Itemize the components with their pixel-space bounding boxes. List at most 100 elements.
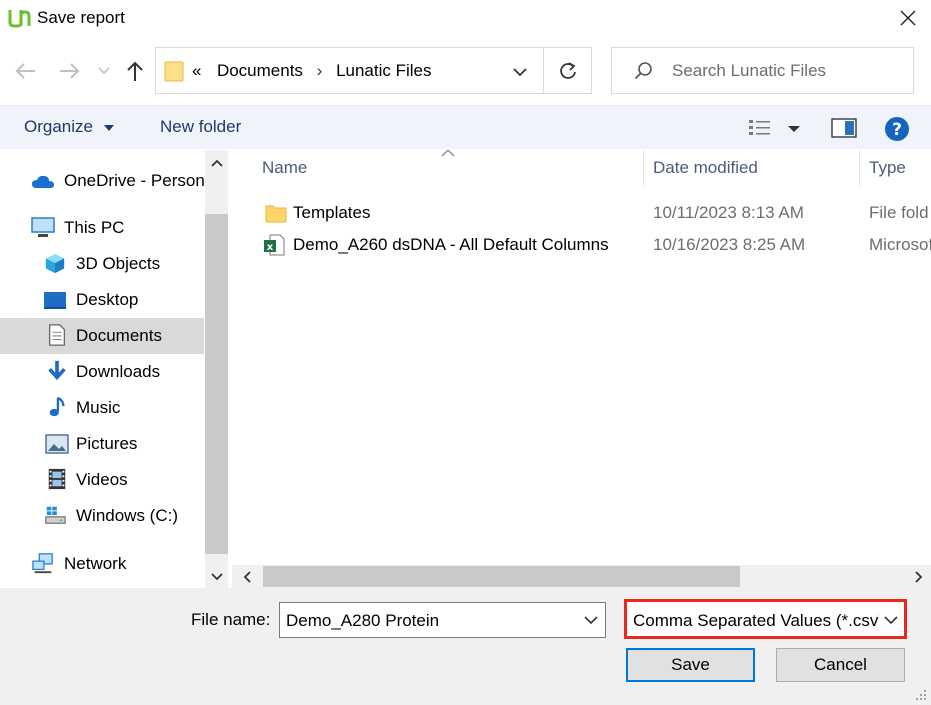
picture-icon [45,434,69,454]
recent-locations-button[interactable] [95,58,113,84]
file-name-value: Demo_A280 Protein [286,611,440,630]
column-divider[interactable] [859,150,860,186]
video-icon [48,468,66,490]
refresh-icon [560,62,576,79]
save-button[interactable]: Save [626,648,755,682]
file-name: Demo_A260 dsDNA - All Default Columns [293,235,609,254]
sidebar-item-videos[interactable]: Videos [0,462,204,498]
chevron-right-icon [915,570,923,583]
file-type-select[interactable]: Comma Separated Values (*.csv) [624,599,907,639]
svg-text:?: ? [892,120,902,140]
app-logo-icon [8,10,31,28]
back-button[interactable] [13,58,39,84]
save-options-panel: File name: Demo_A280 Protein Comma Separ… [0,588,931,705]
address-dropdown-button[interactable] [508,60,532,84]
resize-grip-icon[interactable] [912,686,928,702]
navigation-pane: OneDrive - Person This PC 3D Objects Des… [0,150,228,588]
sidebar-item-label: Network [64,554,127,573]
sidebar-item-3d-objects[interactable]: 3D Objects [0,246,204,282]
cancel-button[interactable]: Cancel [776,648,905,682]
column-header-name[interactable]: Name [262,150,307,186]
chevron-up-icon [210,159,223,167]
sidebar-item-label: Windows (C:) [76,506,179,525]
address-divider [543,48,544,93]
sidebar-item-onedrive[interactable]: OneDrive - Person [0,163,205,199]
close-icon [900,10,916,26]
chevron-down-icon [513,67,527,76]
chevron-down-icon [884,615,898,624]
sidebar-item-downloads[interactable]: Downloads [0,354,204,390]
chevron-left-icon [243,570,251,583]
svg-text:x: x [267,242,274,253]
column-divider[interactable] [643,150,644,186]
help-icon[interactable]: ? [884,116,910,142]
horizontal-scroll-thumb[interactable] [263,566,740,587]
download-icon [48,360,66,381]
file-type: File fold [869,203,929,222]
sidebar-item-network[interactable]: Network [0,546,204,582]
cube-icon [45,253,65,274]
sidebar-scroll-up-button[interactable] [205,152,228,174]
chevron-down-icon [98,67,110,75]
organize-label: Organize [24,117,93,136]
sidebar-item-music[interactable]: Music [0,390,204,426]
sort-ascending-icon [441,150,455,157]
folder-icon [265,205,287,223]
search-input[interactable]: Search Lunatic Files [672,61,826,81]
refresh-button[interactable] [554,58,582,84]
organize-button[interactable]: Organize [24,117,115,137]
forward-button[interactable] [56,58,82,84]
excel-icon: x [264,234,285,256]
sidebar-item-label: 3D Objects [76,254,161,273]
drive-icon [45,506,66,524]
view-dropdown-icon[interactable] [786,118,802,138]
scroll-right-button[interactable] [908,566,930,587]
sidebar-item-pictures[interactable]: Pictures [0,426,204,462]
sidebar-scroll-down-button[interactable] [205,566,228,588]
file-name-label: File name: [191,610,271,629]
breadcrumb: « Documents › Lunatic Files [192,61,432,81]
breadcrumb-documents[interactable]: Documents [217,61,303,80]
breadcrumb-separator: › [316,61,323,80]
sidebar-item-windows-c[interactable]: Windows (C:) [0,498,204,534]
address-bar[interactable]: « Documents › Lunatic Files [155,47,592,94]
file-name-field[interactable]: Demo_A280 Protein [279,602,606,638]
sidebar-item-label: Videos [76,470,128,489]
view-options-icon[interactable] [748,118,772,138]
search-box[interactable]: Search Lunatic Files [611,47,914,94]
sidebar-item-documents[interactable]: Documents [0,318,204,354]
up-button[interactable] [122,58,148,84]
folder-icon [164,61,184,82]
file-name-dropdown-button[interactable] [580,609,602,631]
title-bar: Save report [0,0,931,36]
column-header-type[interactable]: Type [869,150,906,186]
sidebar-item-label: Music [76,398,121,417]
sidebar-item-label: Documents [76,326,162,345]
breadcrumb-lunatic-files[interactable]: Lunatic Files [336,61,431,80]
file-type-dropdown-button[interactable] [881,610,901,630]
close-button[interactable] [893,4,923,32]
sidebar-scroll-thumb[interactable] [205,214,228,554]
back-arrow-icon [15,63,35,79]
music-icon [49,396,65,417]
sidebar-item-this-pc[interactable]: This PC [0,210,204,246]
new-folder-button[interactable]: New folder [160,117,241,137]
scroll-left-button[interactable] [236,566,258,587]
sidebar-item-label: Pictures [76,434,138,453]
sidebar-item-label: Downloads [76,362,161,381]
document-icon [49,324,65,346]
window-title: Save report [37,8,125,27]
forward-arrow-icon [60,63,80,79]
desktop-icon [44,292,66,309]
cloud-icon [32,175,54,188]
preview-pane-icon[interactable] [831,117,857,139]
network-icon [32,553,53,574]
sidebar-item-label: OneDrive - Person [64,171,205,190]
chevron-down-icon [584,615,598,624]
column-header-date-modified[interactable]: Date modified [653,150,758,186]
breadcrumb-overflow[interactable]: « [192,61,201,80]
table-row[interactable]: x Demo_A260 dsDNA - All Default Columns … [232,230,931,260]
table-row[interactable]: Templates 10/11/2023 8:13 AM File fold [232,198,931,228]
up-arrow-icon [127,61,143,81]
sidebar-item-desktop[interactable]: Desktop [0,282,204,318]
